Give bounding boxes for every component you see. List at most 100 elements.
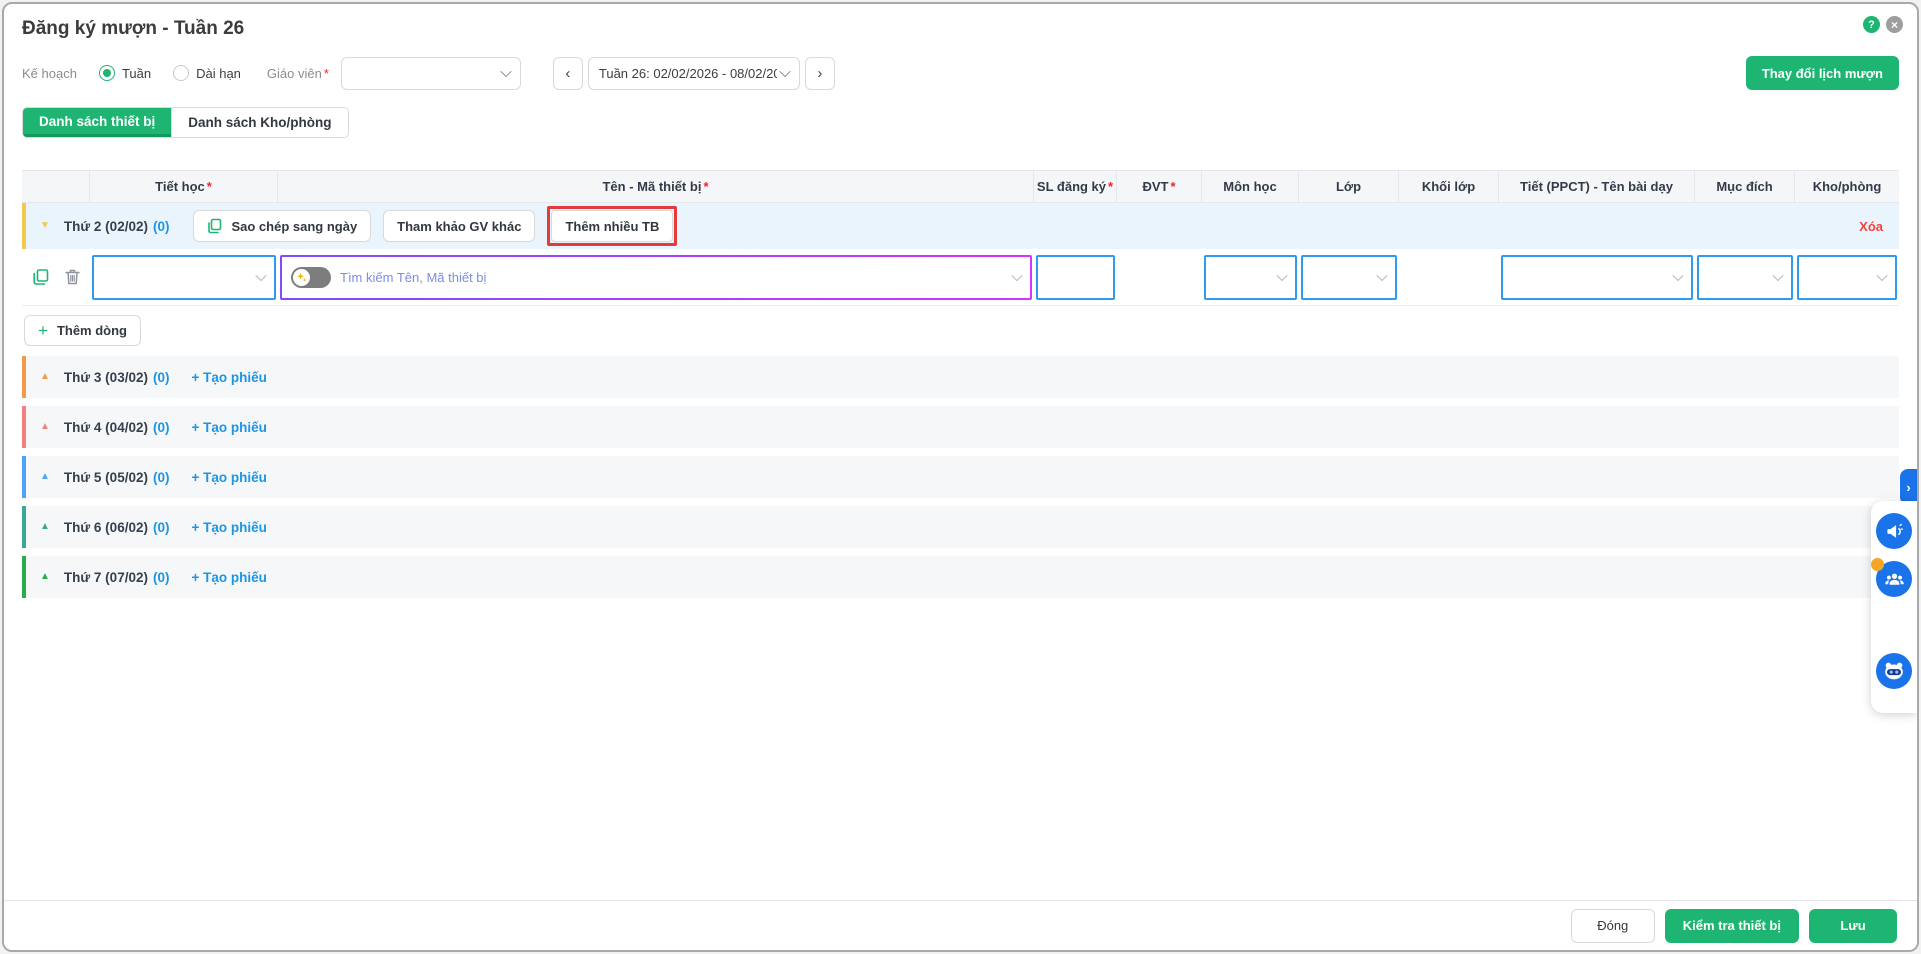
- plan-label: Kế hoạch: [22, 65, 77, 81]
- title-bar: Đăng ký mượn - Tuần 26 ? ×: [4, 4, 1917, 40]
- column-header: Môn học: [1202, 171, 1299, 202]
- chevron-down-icon: [1376, 269, 1388, 282]
- create-ticket-link[interactable]: + Tạo phiếu: [191, 570, 266, 585]
- add-many-devices-button[interactable]: Thêm nhiều TB: [551, 210, 674, 242]
- teacher-label: Giáo viên *: [266, 65, 329, 81]
- create-ticket-link[interactable]: + Tạo phiếu: [191, 470, 266, 485]
- column-header: Tên - Mã thiết bị *: [278, 171, 1034, 202]
- list-tabs: Danh sách thiết bị Danh sách Kho/phòng: [22, 107, 349, 138]
- day-row-saturday: ▲ Thứ 7 (07/02) (0) + Tạo phiếu: [22, 556, 1899, 598]
- chevron-down-icon: [1276, 269, 1288, 282]
- lesson-name-select[interactable]: [1501, 254, 1693, 300]
- chevron-down-icon: [779, 65, 791, 78]
- lesson-period-select[interactable]: [92, 254, 276, 300]
- tab-device-list[interactable]: Danh sách thiết bị: [23, 108, 172, 137]
- week-select-value: Tuần 26: 02/02/2026 - 08/02/2026: [598, 65, 777, 81]
- prev-week-button[interactable]: ‹: [552, 56, 583, 90]
- plan-controls: Kế hoạch Tuần Dài hạn Giáo viên * ‹ Tuần …: [22, 56, 1899, 90]
- consult-other-teacher-button[interactable]: Tham khảo GV khác: [383, 210, 536, 242]
- radio-week[interactable]: Tuần: [98, 65, 151, 81]
- day-row-tuesday: ▲ Thứ 3 (03/02) (0) + Tạo phiếu: [22, 356, 1899, 398]
- day-label: Thứ 4 (04/02): [63, 419, 148, 435]
- grade-cell: [1399, 249, 1499, 305]
- tab-room-list[interactable]: Danh sách Kho/phòng: [171, 108, 348, 137]
- collapse-panel-chevron-icon[interactable]: ›: [1900, 469, 1917, 505]
- day-row-wednesday: ▲ Thứ 4 (04/02) (0) + Tạo phiếu: [22, 406, 1899, 448]
- delete-day-link[interactable]: Xóa: [1859, 219, 1883, 234]
- copy-to-day-button[interactable]: Sao chép sang ngày: [193, 210, 372, 242]
- quantity-input[interactable]: [1036, 254, 1115, 300]
- required-asterisk: *: [323, 65, 329, 81]
- radio-longterm[interactable]: Dài hạn: [173, 65, 241, 81]
- device-search-combobox[interactable]: Tìm kiếm Tên, Mã thiết bị: [280, 255, 1032, 300]
- day-count: (0): [152, 519, 170, 535]
- add-row-button[interactable]: + Thêm dòng: [24, 315, 141, 346]
- day-label: Thứ 5 (05/02): [63, 469, 148, 485]
- radio-week-selected-icon[interactable]: [98, 65, 115, 81]
- annotation-highlight: Thêm nhiều TB: [547, 206, 678, 246]
- column-header: ĐVT *: [1117, 171, 1202, 202]
- community-people-icon[interactable]: [1871, 558, 1912, 597]
- expand-arrow-icon[interactable]: ▲: [40, 472, 50, 482]
- device-search-placeholder: Tìm kiếm Tên, Mã thiết bị: [340, 269, 487, 285]
- expand-arrow-icon[interactable]: ▲: [40, 522, 50, 532]
- column-header: Lớp: [1299, 171, 1399, 202]
- radio-longterm-icon[interactable]: [173, 65, 190, 81]
- next-week-button[interactable]: ›: [804, 56, 835, 90]
- notification-dot: [1871, 558, 1884, 571]
- chevron-down-icon: [1772, 269, 1784, 282]
- storage-room-select[interactable]: [1797, 254, 1897, 300]
- create-ticket-link[interactable]: + Tạo phiếu: [191, 420, 266, 435]
- trash-icon[interactable]: [64, 268, 81, 286]
- chevron-down-icon: [1672, 269, 1684, 282]
- chatbot-icon[interactable]: [1876, 653, 1912, 689]
- copy-icon: [207, 218, 223, 234]
- close-icon[interactable]: ×: [1886, 16, 1903, 33]
- create-ticket-link[interactable]: + Tạo phiếu: [191, 520, 266, 535]
- help-icon[interactable]: ?: [1863, 16, 1880, 33]
- class-select[interactable]: [1301, 254, 1397, 300]
- borrow-table: Tiết học * Tên - Mã thiết bị * SL đăng ký *…: [22, 170, 1899, 598]
- expand-arrow-icon[interactable]: ▲: [40, 372, 50, 382]
- table-header-row: Tiết học * Tên - Mã thiết bị * SL đăng ký *…: [22, 170, 1899, 203]
- borrow-registration-modal: Đăng ký mượn - Tuần 26 ? × Kế hoạch Tuần…: [2, 2, 1919, 952]
- footer-actions: Đóng Kiểm tra thiết bị Lưu: [4, 900, 1917, 950]
- day-label: Thứ 2 (02/02): [63, 218, 148, 234]
- duplicate-row-icon[interactable]: [32, 268, 50, 286]
- create-ticket-link[interactable]: + Tạo phiếu: [191, 370, 266, 385]
- column-header: Tiết học *: [90, 171, 278, 202]
- purpose-select[interactable]: [1697, 254, 1793, 300]
- day-count: (0): [152, 469, 170, 485]
- collapse-arrow-icon[interactable]: ▼: [40, 221, 50, 231]
- chevron-down-icon: [1011, 269, 1023, 282]
- check-devices-button[interactable]: Kiểm tra thiết bị: [1664, 908, 1799, 943]
- expand-arrow-icon[interactable]: ▲: [40, 422, 50, 432]
- week-navigator: ‹ Tuần 26: 02/02/2026 - 08/02/2026 ›: [552, 56, 835, 90]
- column-header: SL đăng ký *: [1034, 171, 1117, 202]
- unit-cell: [1117, 249, 1202, 305]
- sparkle-icon: [293, 268, 310, 286]
- column-header: Mục đích: [1695, 171, 1795, 202]
- day-count: (0): [152, 419, 170, 435]
- week-select[interactable]: Tuần 26: 02/02/2026 - 08/02/2026: [587, 56, 800, 90]
- column-header: Khối lớp: [1399, 171, 1499, 202]
- day-label: Thứ 7 (07/02): [63, 569, 148, 585]
- chevron-down-icon: [255, 269, 267, 282]
- page-title: Đăng ký mượn - Tuần 26: [22, 18, 245, 39]
- expand-arrow-icon[interactable]: ▲: [40, 572, 50, 582]
- save-button[interactable]: Lưu: [1809, 908, 1897, 943]
- day-label: Thứ 3 (03/02): [63, 369, 148, 385]
- change-schedule-button[interactable]: Thay đổi lịch mượn: [1745, 56, 1899, 90]
- day-row-thursday: ▲ Thứ 5 (05/02) (0) + Tạo phiếu: [22, 456, 1899, 498]
- day-count: (0): [152, 218, 170, 234]
- announcement-megaphone-icon[interactable]: [1876, 513, 1912, 549]
- teacher-select[interactable]: [340, 56, 521, 90]
- ai-search-toggle[interactable]: [291, 266, 331, 288]
- day-row-monday: ▼ Thứ 2 (02/02) (0) Sao chép sang ngày T…: [22, 203, 1899, 249]
- day-count: (0): [152, 569, 170, 585]
- column-header: Kho/phòng: [1812, 179, 1882, 194]
- close-button[interactable]: Đóng: [1570, 908, 1655, 943]
- support-widget-panel: [1871, 501, 1917, 713]
- subject-select[interactable]: [1204, 254, 1297, 300]
- chevron-down-icon: [1876, 269, 1888, 282]
